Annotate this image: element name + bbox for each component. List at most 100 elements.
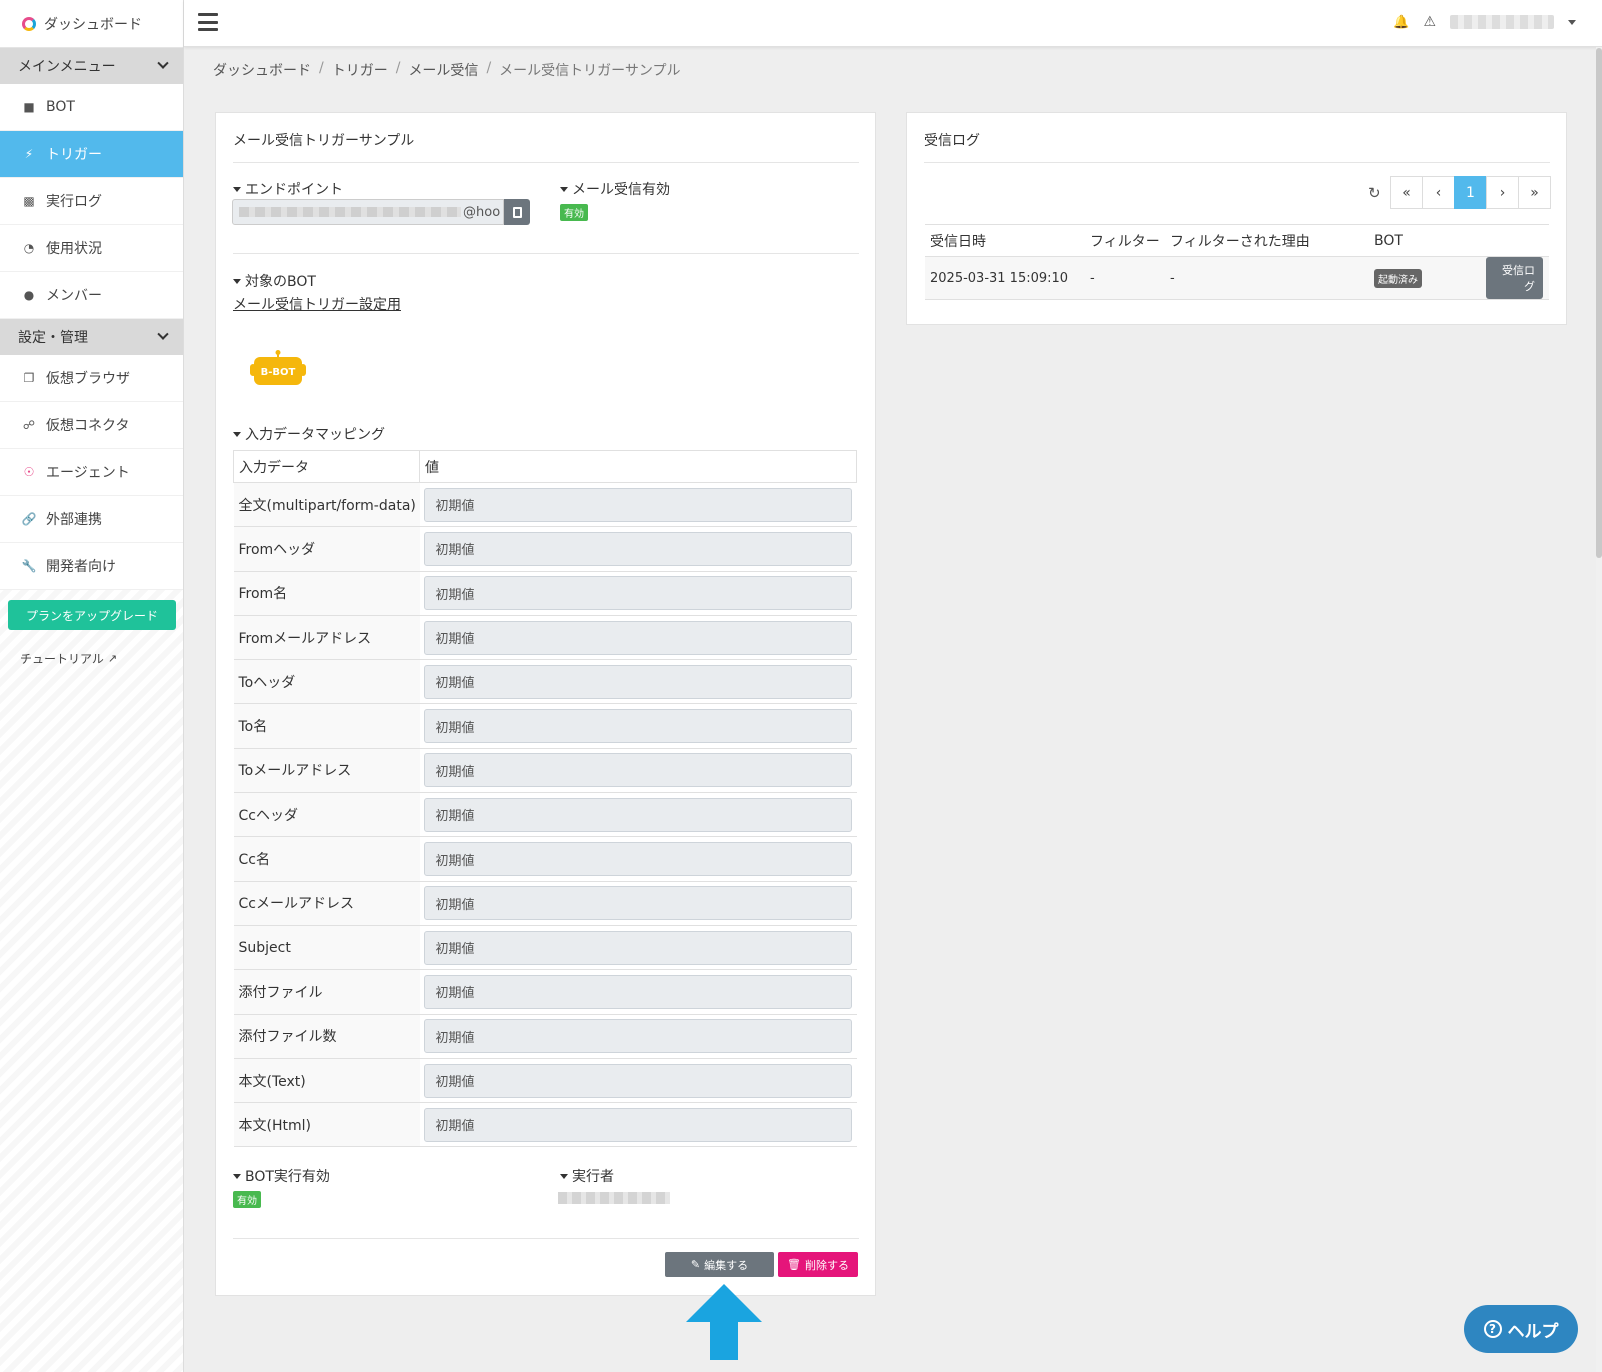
pagination-current[interactable]: 1: [1454, 176, 1487, 209]
endpoint-redacted: [239, 207, 461, 217]
sidebar-section-settings[interactable]: 設定・管理: [0, 319, 183, 355]
table-row: To名 初期値: [233, 703, 857, 749]
tutorial-label: チュートリアル: [20, 652, 104, 666]
upgrade-plan-button[interactable]: プランをアップグレード: [8, 600, 176, 630]
endpoint-label: エンドポイント: [233, 179, 343, 199]
external-link-icon: ↗: [107, 652, 118, 665]
sidebar-item-label: 使用状況: [46, 241, 102, 257]
receive-log-table: 受信日時 フィルター フィルターされた理由 BOT 2025-03-31 15:…: [925, 224, 1549, 300]
mapping-value-field[interactable]: 初期値: [423, 576, 852, 611]
mapping-input-name: From名: [233, 571, 420, 616]
mapping-value-field[interactable]: 初期値: [423, 842, 852, 877]
mapping-value-field[interactable]: 初期値: [423, 974, 852, 1009]
user-name-redacted[interactable]: [1450, 15, 1554, 29]
bbot-logo: B-BOT: [250, 350, 306, 385]
sidebar-item-exec-log[interactable]: ▩ 実行ログ: [0, 178, 183, 225]
copy-endpoint-button[interactable]: [504, 199, 530, 225]
sidebar-item-label: 外部連携: [46, 512, 102, 528]
question-icon: ?: [1483, 1320, 1502, 1338]
agent-icon: ☉: [23, 465, 35, 479]
mapping-value-field[interactable]: 初期値: [423, 1019, 852, 1054]
mapping-input-name: 本文(Text): [233, 1058, 420, 1104]
breadcrumb-item[interactable]: ダッシュボード: [213, 60, 311, 80]
connector-icon: ☍: [22, 418, 36, 432]
sidebar-dashboard-link[interactable]: ダッシュボード: [0, 0, 183, 48]
endpoint-field[interactable]: @hoo: [232, 199, 504, 225]
mapping-input-name: Toメールアドレス: [233, 748, 420, 794]
mapping-table: 入力データ 値 全文(multipart/form-data) 初期値 Fromヘ…: [233, 450, 857, 1148]
breadcrumb-item[interactable]: トリガー: [332, 60, 388, 80]
sidebar-item-usage[interactable]: ◔ 使用状況: [0, 225, 183, 272]
mapping-input-name: 添付ファイル数: [233, 1014, 420, 1059]
mail-enabled-badge: 有効: [560, 204, 588, 221]
mapping-value-field[interactable]: 初期値: [423, 487, 852, 522]
log-header-reason: フィルターされた理由: [1165, 224, 1369, 257]
table-row: 添付ファイル 初期値: [233, 969, 857, 1015]
sidebar-item-members[interactable]: ● メンバー: [0, 272, 183, 319]
table-row: Ccヘッダ 初期値: [233, 792, 857, 838]
wrench-icon: 🔧: [21, 559, 37, 573]
warning-icon[interactable]: ⚠: [1423, 14, 1436, 30]
receive-log-button[interactable]: 受信ログ: [1486, 257, 1543, 299]
hamburger-menu-icon[interactable]: [198, 13, 218, 31]
mapping-value-field[interactable]: 初期値: [423, 664, 852, 699]
help-button[interactable]: ? ヘルプ: [1464, 1305, 1578, 1353]
table-row: 全文(multipart/form-data) 初期値: [233, 482, 857, 528]
mapping-value-field[interactable]: 初期値: [423, 930, 852, 965]
mapping-value-field[interactable]: 初期値: [423, 1063, 852, 1098]
mapping-header-input: 入力データ: [233, 450, 420, 483]
sidebar-section-main[interactable]: メインメニュー: [0, 48, 183, 84]
mapping-value-field[interactable]: 初期値: [423, 886, 852, 921]
table-row: Toメールアドレス 初期値: [233, 748, 857, 794]
sidebar-item-label: 開発者向け: [46, 559, 116, 575]
sidebar-item-label: 実行ログ: [46, 194, 102, 210]
pagination-next[interactable]: ›: [1486, 176, 1519, 209]
sidebar-item-virtual-connector[interactable]: ☍ 仮想コネクタ: [0, 402, 183, 449]
sidebar-item-integration[interactable]: 🔗 外部連携: [0, 496, 183, 543]
mapping-value-field[interactable]: 初期値: [423, 1107, 852, 1142]
pagination-prev[interactable]: ‹: [1422, 176, 1455, 209]
edit-icon: ✎: [690, 1258, 701, 1271]
scrollbar-thumb[interactable]: [1596, 48, 1602, 558]
edit-button[interactable]: ✎ 編集する: [665, 1252, 774, 1277]
delete-button[interactable]: 🗑 削除する: [778, 1252, 858, 1277]
breadcrumb-current: メール受信トリガーサンプル: [499, 63, 681, 79]
mapping-input-name: Fromヘッダ: [233, 526, 420, 572]
chevron-down-icon: [157, 57, 169, 69]
pagination-last[interactable]: »: [1518, 176, 1551, 209]
copy-icon: ❐: [23, 371, 35, 385]
trash-icon: 🗑: [787, 1258, 801, 1271]
top-right-controls: 🔔 ⚠: [1393, 14, 1576, 30]
mapping-value-field[interactable]: 初期値: [423, 620, 852, 655]
mapping-value-field[interactable]: 初期値: [423, 753, 852, 788]
breadcrumb-separator: /: [319, 60, 324, 76]
caret-down-icon: [560, 186, 568, 192]
caret-down-icon[interactable]: [1568, 19, 1576, 25]
pagination-first[interactable]: «: [1390, 176, 1423, 209]
mapping-value-field[interactable]: 初期値: [423, 797, 852, 832]
sidebar-item-bot[interactable]: ■ BOT: [0, 84, 183, 131]
tutorial-link[interactable]: チュートリアル ↗: [20, 650, 117, 667]
copy-icon: [512, 206, 522, 218]
sidebar-item-agent[interactable]: ☉ エージェント: [0, 449, 183, 496]
target-bot-link[interactable]: メール受信トリガー設定用: [233, 294, 401, 314]
log-header-filter: フィルター: [1085, 224, 1165, 257]
sidebar-item-virtual-browser[interactable]: ❐ 仮想ブラウザ: [0, 355, 183, 402]
mapping-input-name: Fromメールアドレス: [233, 615, 420, 661]
sidebar-item-trigger[interactable]: ⚡ トリガー: [0, 131, 183, 178]
mapping-value-field[interactable]: 初期値: [423, 531, 852, 566]
mapping-input-name: 全文(multipart/form-data): [233, 482, 420, 528]
pie-chart-icon: ◔: [23, 241, 35, 255]
caret-down-icon: [233, 1173, 241, 1179]
table-row: 添付ファイル数 初期値: [233, 1014, 857, 1059]
table-row: Fromヘッダ 初期値: [233, 526, 857, 572]
mapping-value-field[interactable]: 初期値: [423, 709, 852, 744]
breadcrumb-item[interactable]: メール受信: [408, 60, 478, 80]
log-datetime: 2025-03-31 15:09:10: [925, 256, 1085, 300]
bell-icon[interactable]: 🔔: [1393, 15, 1409, 30]
sidebar-item-developer[interactable]: 🔧 開発者向け: [0, 543, 183, 590]
sidebar-item-label: メンバー: [46, 288, 102, 304]
mail-enabled-label: メール受信有効: [560, 179, 670, 199]
endpoint-suffix: @hoo: [463, 204, 501, 220]
refresh-icon[interactable]: ↻: [1368, 184, 1381, 202]
